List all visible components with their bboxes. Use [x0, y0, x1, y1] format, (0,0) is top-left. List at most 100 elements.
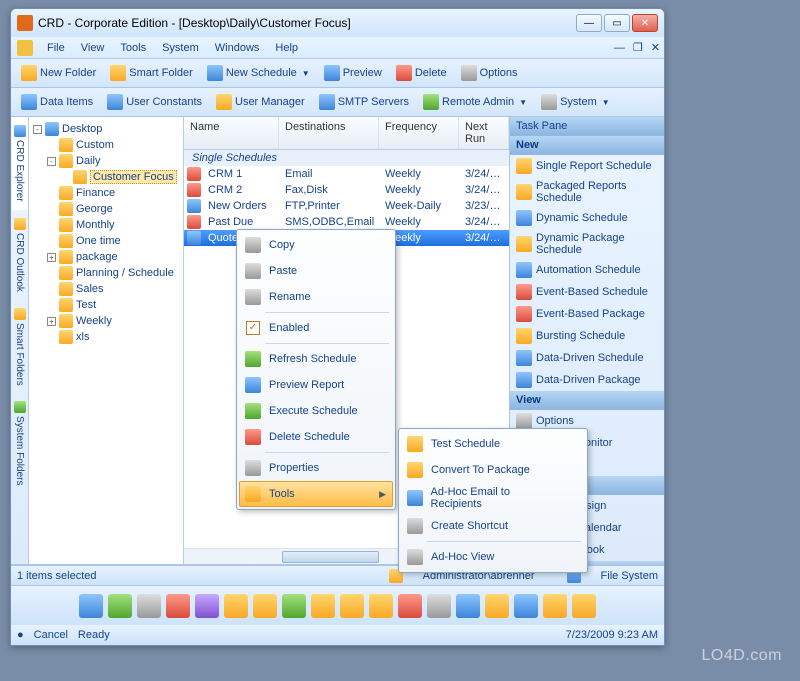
taskpane-dynamic-package-schedule[interactable]: Dynamic Package Schedule [510, 229, 664, 259]
menu-execute-schedule[interactable]: Execute Schedule [239, 398, 393, 424]
sidetab-crd-outlook[interactable]: CRD Outlook [12, 210, 28, 300]
menu-ad-hoc-view[interactable]: Ad-Hoc View [401, 544, 585, 570]
taskpane-data-driven-schedule[interactable]: Data-Driven Schedule [510, 347, 664, 369]
tree-node-sales[interactable]: Sales [31, 281, 181, 297]
bottom-toolbar-icon-14[interactable] [485, 594, 509, 618]
maximize-button[interactable]: ▭ [604, 14, 630, 32]
menu-test-schedule[interactable]: Test Schedule [401, 431, 585, 457]
taskpane-automation-schedule[interactable]: Automation Schedule [510, 259, 664, 281]
toolbar-system[interactable]: System▼ [535, 91, 616, 113]
toolbar-user-manager[interactable]: User Manager [210, 91, 311, 113]
table-row[interactable]: Past DueSMS,ODBC,EmailWeekly3/24/2009 12… [184, 214, 509, 230]
toolbar-new-folder[interactable]: New Folder [15, 62, 102, 84]
menu-convert-to-package[interactable]: Convert To Package [401, 457, 585, 483]
bottom-toolbar-icon-1[interactable] [108, 594, 132, 618]
bottom-toolbar-icon-3[interactable] [166, 594, 190, 618]
toolbar-delete[interactable]: Delete [390, 62, 453, 84]
menu-delete-schedule[interactable]: Delete Schedule [239, 424, 393, 450]
close-button[interactable]: ✕ [632, 14, 658, 32]
expand-icon[interactable]: - [33, 125, 42, 134]
toolbar-smart-folder[interactable]: Smart Folder [104, 62, 199, 84]
tree-node-monthly[interactable]: Monthly [31, 217, 181, 233]
toolbar-preview[interactable]: Preview [318, 62, 388, 84]
tree-node-customer-focus[interactable]: Customer Focus [31, 169, 181, 185]
taskpane-dynamic-schedule[interactable]: Dynamic Schedule [510, 207, 664, 229]
taskpane-bursting-schedule[interactable]: Bursting Schedule [510, 325, 664, 347]
menu-paste[interactable]: Paste [239, 258, 393, 284]
taskpane-event-based-schedule[interactable]: Event-Based Schedule [510, 281, 664, 303]
toolbar-user-constants[interactable]: User Constants [101, 91, 208, 113]
sidetab-system-folders[interactable]: System Folders [12, 393, 28, 493]
bottom-toolbar-icon-11[interactable] [398, 594, 422, 618]
bottom-toolbar-icon-10[interactable] [369, 594, 393, 618]
taskpane-packaged-reports-schedule[interactable]: Packaged Reports Schedule [510, 177, 664, 207]
tree-node-desktop[interactable]: -Desktop [31, 121, 181, 137]
expand-icon[interactable]: + [47, 253, 56, 262]
menu-ad-hoc-email-to-recipients[interactable]: Ad-Hoc Email to Recipients [401, 483, 585, 513]
table-row[interactable]: CRM 2Fax,DiskWeekly3/24/2009 12:17... [184, 182, 509, 198]
header-name[interactable]: Name [184, 117, 279, 149]
mdi-restore-icon[interactable]: ❐ [629, 39, 647, 56]
bottom-toolbar-icon-7[interactable] [282, 594, 306, 618]
menu-system[interactable]: System [154, 39, 207, 57]
bottom-toolbar-icon-9[interactable] [340, 594, 364, 618]
sidetab-smart-folders[interactable]: Smart Folders [12, 300, 28, 394]
menu-rename[interactable]: Rename [239, 284, 393, 310]
bottom-toolbar-icon-0[interactable] [79, 594, 103, 618]
menu-windows[interactable]: Windows [207, 39, 268, 57]
menu-tools[interactable]: Tools▶ [239, 481, 393, 507]
context-menu[interactable]: CopyPasteRename✓EnabledRefresh ScheduleP… [236, 229, 396, 510]
expand-icon[interactable]: + [47, 317, 56, 326]
mdi-close-icon[interactable]: ✕ [647, 39, 664, 56]
menu-create-shortcut[interactable]: Create Shortcut [401, 513, 585, 539]
tree-node-finance[interactable]: Finance [31, 185, 181, 201]
tree-node-test[interactable]: Test [31, 297, 181, 313]
menu-view[interactable]: View [73, 39, 113, 57]
bottom-toolbar-icon-4[interactable] [195, 594, 219, 618]
menu-help[interactable]: Help [267, 39, 306, 57]
tree-node-package[interactable]: +package [31, 249, 181, 265]
toolbar-smtp-servers[interactable]: SMTP Servers [313, 91, 415, 113]
toolbar-data-items[interactable]: Data Items [15, 91, 99, 113]
header-destinations[interactable]: Destinations [279, 117, 379, 149]
bottom-toolbar-icon-16[interactable] [543, 594, 567, 618]
minimize-button[interactable]: — [576, 14, 602, 32]
bottom-toolbar-icon-8[interactable] [311, 594, 335, 618]
tree-node-one-time[interactable]: One time [31, 233, 181, 249]
sidetab-crd-explorer[interactable]: CRD Explorer [12, 117, 28, 210]
expand-icon[interactable]: - [47, 157, 56, 166]
mdi-minimize-icon[interactable]: — [610, 40, 629, 56]
taskpane-data-driven-package[interactable]: Data-Driven Package [510, 369, 664, 391]
table-row[interactable]: New OrdersFTP,PrinterWeek-Daily3/23/2009… [184, 198, 509, 214]
menu-copy[interactable]: Copy [239, 232, 393, 258]
tree-node-daily[interactable]: -Daily [31, 153, 181, 169]
menu-refresh-schedule[interactable]: Refresh Schedule [239, 346, 393, 372]
tree-node-custom[interactable]: Custom [31, 137, 181, 153]
bottom-toolbar-icon-2[interactable] [137, 594, 161, 618]
menu-enabled[interactable]: ✓Enabled [239, 315, 393, 341]
bottom-toolbar-icon-6[interactable] [253, 594, 277, 618]
tree-node-weekly[interactable]: +Weekly [31, 313, 181, 329]
bottom-toolbar-icon-15[interactable] [514, 594, 538, 618]
bottom-toolbar-icon-17[interactable] [572, 594, 596, 618]
taskpane-event-based-package[interactable]: Event-Based Package [510, 303, 664, 325]
taskpane-single-report-schedule[interactable]: Single Report Schedule [510, 155, 664, 177]
table-row[interactable]: CRM 1EmailWeekly3/24/2009 12:19... [184, 166, 509, 182]
bottom-toolbar-icon-5[interactable] [224, 594, 248, 618]
bottom-toolbar-icon-12[interactable] [427, 594, 451, 618]
scrollbar-thumb[interactable] [282, 551, 380, 563]
tree-node-george[interactable]: George [31, 201, 181, 217]
toolbar-new-schedule[interactable]: New Schedule▼ [201, 62, 316, 84]
header-nextrun[interactable]: Next Run [459, 117, 509, 149]
status-cancel[interactable]: Cancel [34, 629, 68, 641]
menu-tools[interactable]: Tools [112, 39, 154, 57]
header-frequency[interactable]: Frequency [379, 117, 459, 149]
context-submenu-tools[interactable]: Test ScheduleConvert To PackageAd-Hoc Em… [398, 428, 588, 573]
menu-properties[interactable]: Properties [239, 455, 393, 481]
menu-file[interactable]: File [39, 39, 73, 57]
tree-node-xls[interactable]: xls [31, 329, 181, 345]
tree-node-planning-schedule[interactable]: Planning / Schedule [31, 265, 181, 281]
menu-preview-report[interactable]: Preview Report [239, 372, 393, 398]
toolbar-remote-admin[interactable]: Remote Admin▼ [417, 91, 533, 113]
toolbar-options[interactable]: Options [455, 62, 524, 84]
